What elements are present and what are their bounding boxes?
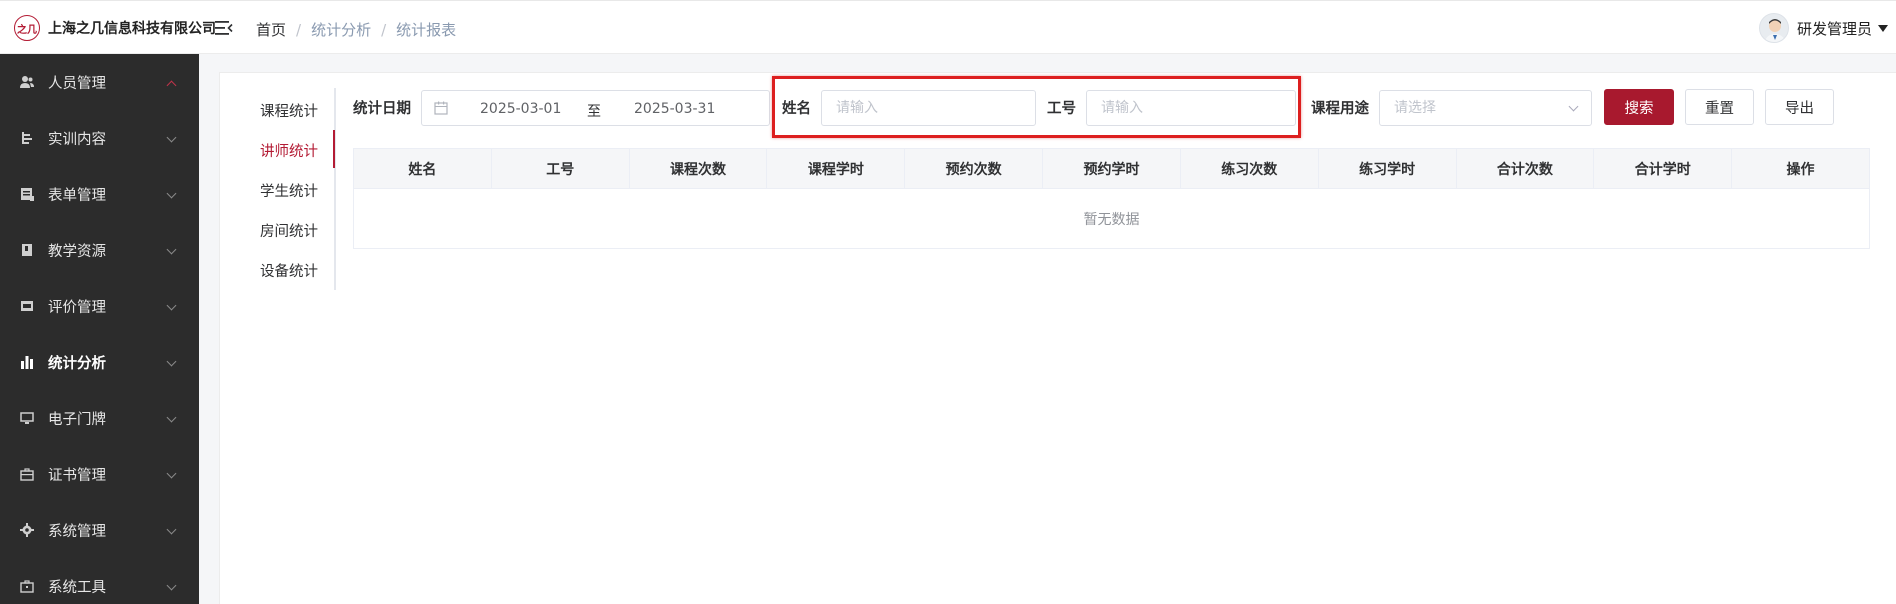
date-separator: 至: [587, 104, 601, 120]
table-header: 姓名 工号 课程次数 课程学时 预约次数 预约学时 练习次数 练习学时 合计次数…: [354, 149, 1869, 189]
purpose-select-input[interactable]: [1380, 91, 1591, 125]
column-header-practice-count: 练习次数: [1181, 149, 1319, 188]
column-header-actions: 操作: [1786, 161, 1815, 178]
chevron-down-icon: [166, 132, 177, 143]
top-header: 之几 上海之几信息科技有限公司 首页 / 统计分析 / 统计报表 研发管理员: [0, 0, 1896, 54]
name-input[interactable]: [822, 91, 1035, 125]
sidebar-item-label: 系统管理: [48, 523, 106, 540]
column-header-course-hours: 课程学时: [767, 149, 906, 188]
monitor-icon: [20, 411, 34, 425]
sidebar-item-label: 表单管理: [48, 187, 106, 204]
purpose-select[interactable]: [1379, 90, 1592, 126]
sidebar: 人员管理 实训内容 表单管理 教学资源 评价管理 统计分析 电子门牌 证书管理: [0, 54, 199, 604]
briefcase-icon: [20, 467, 34, 481]
empty-state-text: 暂无数据: [1083, 211, 1140, 228]
book-icon: [20, 243, 34, 257]
date-end[interactable]: 2025-03-31: [634, 101, 715, 117]
sidebar-item-training[interactable]: 实训内容: [0, 110, 199, 166]
active-tab-indicator: [333, 130, 335, 168]
employee-id-field[interactable]: [1086, 90, 1296, 126]
sidebar-item-evaluation[interactable]: 评价管理: [0, 278, 199, 334]
breadcrumb-current: 统计报表: [396, 21, 457, 39]
breadcrumb-separator: /: [296, 20, 302, 39]
chevron-down-icon: [166, 524, 177, 535]
evaluation-icon: [20, 299, 34, 313]
form-icon: [20, 187, 34, 201]
column-header-booking-hours: 预约学时: [1043, 149, 1181, 188]
user-menu[interactable]: 研发管理员: [1758, 13, 1888, 43]
breadcrumb-statistics[interactable]: 统计分析: [311, 19, 371, 40]
avatar[interactable]: [1758, 13, 1789, 43]
user-name: 研发管理员: [1796, 19, 1872, 38]
employee-id-input[interactable]: [1087, 91, 1295, 125]
breadcrumb-separator: /: [381, 20, 387, 39]
chevron-up-icon: [166, 80, 177, 91]
sidebar-item-personnel[interactable]: 人员管理: [0, 54, 199, 110]
person-icon: [20, 75, 34, 89]
tab-student-stats[interactable]: 学生统计: [260, 180, 318, 201]
report-tabs: 课程统计 讲师统计 学生统计 房间统计 设备统计: [236, 88, 336, 290]
name-field[interactable]: [821, 90, 1036, 126]
sidebar-item-tools[interactable]: 系统工具: [0, 558, 199, 604]
breadcrumb: 首页 / 统计分析 / 统计报表: [256, 19, 456, 40]
toolbox-icon: [20, 579, 34, 593]
breadcrumb-home[interactable]: 首页: [256, 19, 286, 40]
sidebar-item-label: 统计分析: [48, 355, 106, 372]
column-header-practice-hours: 练习学时: [1319, 149, 1457, 188]
date-label: 统计日期: [353, 101, 411, 117]
date-range-picker[interactable]: 2025-03-01 至 2025-03-31: [421, 90, 770, 126]
caret-down-icon[interactable]: [1878, 24, 1888, 32]
chevron-down-icon: [166, 580, 177, 591]
calendar-icon: [434, 101, 448, 119]
sidebar-item-resources[interactable]: 教学资源: [0, 222, 199, 278]
company-name: 上海之几信息科技有限公司: [48, 21, 216, 37]
column-header-total-hours: 合计学时: [1594, 149, 1733, 188]
column-header-name: 姓名: [354, 149, 492, 188]
sidebar-item-statistics[interactable]: 统计分析: [0, 334, 199, 390]
sidebar-item-system[interactable]: 系统管理: [0, 502, 199, 558]
chevron-down-icon: [166, 244, 177, 255]
column-header-course-count: 课程次数: [630, 149, 768, 188]
chevron-down-icon: [166, 300, 177, 311]
column-header-total-count: 合计次数: [1457, 149, 1595, 188]
sidebar-item-label: 证书管理: [48, 467, 106, 484]
sidebar-item-door-sign[interactable]: 电子门牌: [0, 390, 199, 446]
training-icon: [20, 131, 34, 145]
export-button[interactable]: 导出: [1765, 89, 1834, 125]
date-start[interactable]: 2025-03-01: [480, 101, 561, 117]
sidebar-item-label: 实训内容: [48, 131, 106, 148]
company-logo[interactable]: 之几 上海之几信息科技有限公司: [14, 15, 216, 41]
tab-course-stats[interactable]: 课程统计: [260, 100, 318, 121]
search-button[interactable]: 搜索: [1604, 89, 1674, 125]
sidebar-item-certificates[interactable]: 证书管理: [0, 446, 199, 502]
logo-mark-icon: 之几: [14, 15, 40, 41]
gear-icon: [20, 523, 34, 537]
menu-toggle-icon[interactable]: [214, 18, 234, 38]
sidebar-item-label: 教学资源: [48, 243, 106, 260]
column-header-employee-id: 工号: [492, 149, 630, 188]
chevron-down-icon: [166, 188, 177, 199]
tab-room-stats[interactable]: 房间统计: [260, 220, 318, 241]
chevron-down-icon: [166, 356, 177, 367]
chevron-down-icon: [166, 412, 177, 423]
sidebar-item-label: 评价管理: [48, 299, 106, 316]
sidebar-item-label: 系统工具: [48, 579, 106, 596]
reset-button[interactable]: 重置: [1685, 89, 1754, 125]
employee-id-label: 工号: [1047, 101, 1076, 117]
stats-table: 姓名 工号 课程次数 课程学时 预约次数 预约学时 练习次数 练习学时 合计次数…: [353, 148, 1870, 249]
sidebar-item-label: 人员管理: [48, 75, 106, 92]
sidebar-item-forms[interactable]: 表单管理: [0, 166, 199, 222]
name-label: 姓名: [782, 101, 811, 117]
purpose-label: 课程用途: [1311, 101, 1369, 117]
sidebar-item-label: 电子门牌: [48, 411, 106, 428]
tab-device-stats[interactable]: 设备统计: [260, 260, 318, 281]
column-header-booking-count: 预约次数: [905, 149, 1044, 188]
chevron-down-icon: [166, 468, 177, 479]
tab-instructor-stats[interactable]: 讲师统计: [260, 140, 318, 161]
bar-chart-icon: [20, 355, 34, 369]
